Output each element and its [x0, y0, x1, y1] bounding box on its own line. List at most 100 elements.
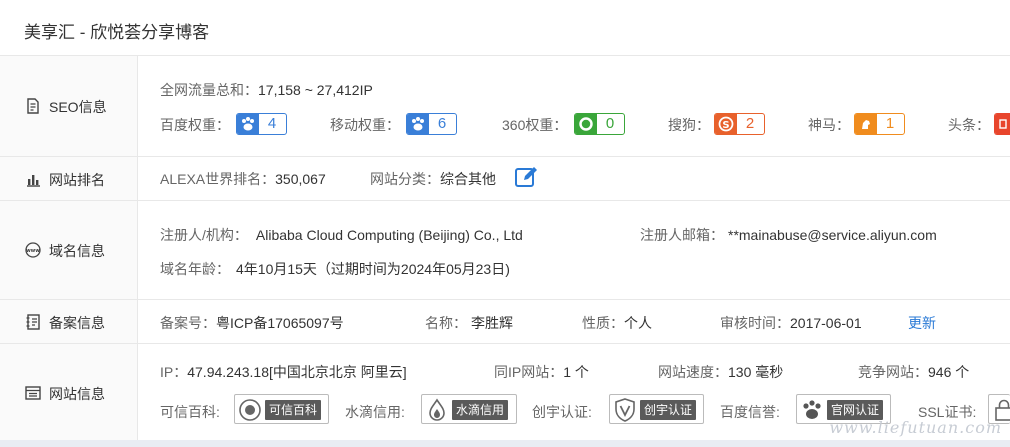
sogou-value: 2	[745, 115, 755, 132]
ring-icon	[575, 114, 597, 134]
icp-info-row: 备案信息 备案号：粤ICP备17065097号 名称： 李胜辉 性质：个人 审核时…	[0, 300, 1010, 344]
cert-badge-text: 官网认证	[827, 400, 884, 420]
chuangyu-cert-badge[interactable]: 创宇认证	[609, 394, 704, 424]
shenma-badge[interactable]: 1	[854, 113, 905, 135]
ip-value: 47.94.243.18[中国北京北京 阿里云]	[187, 364, 407, 380]
email-label: 注册人邮箱：	[640, 227, 724, 243]
icp-review-label: 审核时间：	[720, 315, 790, 331]
weight-360-badge[interactable]: 0	[574, 113, 625, 135]
row-label: 域名信息	[49, 243, 105, 259]
compete-value: 946 个	[928, 364, 970, 380]
age-value: 4年10月15天（过期时间为2024年05月23日)	[236, 261, 510, 277]
mobile-weight-label: 移动权重：	[330, 117, 400, 133]
registrant: 注册人/机构： Alibaba Cloud Computing (Beijing)…	[160, 225, 523, 245]
alexa-label: ALEXA世界排名：	[160, 171, 276, 187]
kexin-baike-badge[interactable]: 可信百科	[234, 394, 329, 424]
cert-badge-text: 水滴信用	[452, 400, 509, 420]
cert-label: 可信百科:	[160, 404, 220, 420]
seal-icon	[239, 399, 261, 421]
rank-row: 网站排名 ALEXA世界排名：350,067 网站分类：综合其他	[0, 157, 1010, 201]
site-speed: 网站速度：130 毫秒	[658, 362, 783, 382]
cert-badge-text: 创宇认证	[640, 400, 697, 420]
icp-name-label: 名称：	[425, 315, 467, 331]
shenma-value: 1	[885, 115, 895, 132]
page-header: 美享汇 - 欣悦荟分享博客	[0, 0, 1010, 56]
icp-review-value: 2017-06-01	[790, 315, 862, 331]
row-label-cell: SEO信息	[0, 56, 138, 156]
site-category: 网站分类：综合其他	[370, 169, 496, 189]
registrant-email: 注册人邮箱： **mainabuse@service.aliyun.com	[640, 225, 937, 245]
sogou-s-icon: S	[715, 114, 737, 134]
row-label: 备案信息	[49, 315, 105, 331]
domain-info-row: www 域名信息 注册人/机构： Alibaba Cloud Computing …	[0, 201, 1010, 300]
baidu-weight-label: 百度权重：	[160, 117, 230, 133]
shuidi-credit-badge[interactable]: 水滴信用	[421, 394, 517, 424]
registrant-label: 注册人/机构：	[160, 227, 248, 243]
icp-nature: 性质：个人	[582, 313, 652, 333]
weight-360-value: 0	[605, 115, 615, 132]
row-label-cell: 网站信息	[0, 344, 138, 440]
icp-number-value: 粤ICP备17065097号	[216, 315, 344, 331]
icp-nature-label: 性质：	[582, 315, 624, 331]
mobile-weight-badge[interactable]: 6	[406, 113, 457, 135]
email-value: **mainabuse@service.aliyun.com	[728, 227, 937, 243]
toutiao-label: 头条：	[948, 117, 990, 133]
svg-text:S: S	[722, 120, 729, 131]
age-label: 域名年龄：	[160, 261, 230, 277]
same-ip-value: 1 个	[563, 364, 589, 380]
speed-value: 130 毫秒	[728, 364, 784, 380]
cert-label: 百度信誉:	[720, 404, 780, 420]
category-label: 网站分类：	[370, 171, 440, 187]
weight-360-label: 360权重：	[502, 117, 568, 133]
watermark: www.liefutuan.com	[829, 418, 1002, 437]
page-title: 美享汇 - 欣悦荟分享博客	[24, 23, 210, 42]
horse-icon	[855, 114, 877, 134]
row-label-cell: 网站排名	[0, 157, 138, 200]
paw-icon	[237, 114, 259, 134]
registrant-value: Alibaba Cloud Computing (Beijing) Co., L…	[255, 227, 523, 243]
icp-number: 备案号：粤ICP备17065097号	[160, 313, 344, 333]
same-ip-label: 同IP网站：	[494, 364, 564, 380]
competitor-sites: 竞争网站：946 个	[858, 362, 969, 382]
document-icon	[27, 98, 39, 114]
edit-icon[interactable]	[514, 165, 538, 189]
row-label-cell: www 域名信息	[0, 201, 138, 299]
toutiao-icon	[995, 114, 1010, 134]
page-footer-strip	[0, 440, 1010, 447]
register-book-icon	[26, 314, 40, 330]
paw-icon	[803, 400, 821, 419]
shield-v-icon	[615, 398, 635, 422]
icp-number-label: 备案号：	[160, 315, 216, 331]
icp-nature-value: 个人	[624, 315, 652, 331]
bar-chart-icon	[27, 175, 40, 187]
row-label: 网站信息	[49, 386, 105, 402]
traffic-value: 17,158 ~ 27,412IP	[258, 82, 373, 98]
cert-badge-text: 可信百科	[265, 400, 322, 420]
same-ip-sites: 同IP网站：1 个	[494, 362, 589, 382]
row-label: 网站排名	[49, 172, 105, 188]
mobile-weight-value: 6	[437, 115, 447, 132]
update-link[interactable]: 更新	[908, 313, 936, 333]
speed-label: 网站速度：	[658, 364, 728, 380]
www-globe-icon: www	[25, 242, 41, 258]
shenma-label: 神马：	[808, 117, 850, 133]
row-label-cell: 备案信息	[0, 300, 138, 343]
alexa-rank: ALEXA世界排名：350,067	[160, 169, 326, 189]
traffic-label: 全网流量总和：	[160, 82, 258, 98]
domain-age: 域名年龄： 4年10月15天（过期时间为2024年05月23日)	[160, 259, 510, 279]
icp-name: 名称： 李胜辉	[425, 313, 513, 333]
sogou-badge[interactable]: S 2	[714, 113, 765, 135]
ip-address: IP：47.94.243.18[中国北京北京 阿里云]	[160, 362, 407, 382]
category-value: 综合其他	[440, 171, 496, 187]
cert-label: 创宇认证:	[532, 404, 592, 420]
svg-text:www: www	[26, 248, 40, 254]
compete-label: 竞争网站：	[858, 364, 928, 380]
paw-icon	[407, 114, 429, 134]
toutiao-badge[interactable]	[994, 113, 1010, 135]
sogou-label: 搜狗：	[668, 117, 710, 133]
icp-review-time: 审核时间：2017-06-01	[720, 313, 862, 333]
baidu-weight-badge[interactable]: 4	[236, 113, 287, 135]
alexa-value: 350,067	[275, 171, 326, 187]
seo-info-row: SEO信息 全网流量总和：17,158 ~ 27,412IP 百度权重： 4 移…	[0, 56, 1010, 157]
baidu-weight-value: 4	[267, 115, 277, 132]
